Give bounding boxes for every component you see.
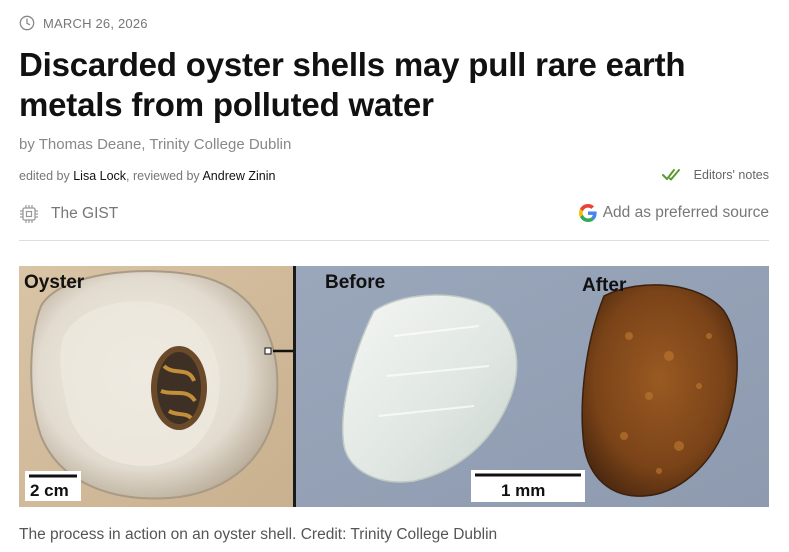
- panel-label-oyster: Oyster: [24, 272, 85, 293]
- gist-button[interactable]: The GIST: [19, 204, 118, 224]
- date-row: MARCH 26, 2026: [19, 15, 148, 31]
- article-date: MARCH 26, 2026: [43, 15, 148, 31]
- edited-prefix: edited by: [19, 169, 74, 183]
- scale-label-right: 1 mm: [501, 481, 545, 500]
- editor-name[interactable]: Lisa Lock: [73, 169, 126, 183]
- preferred-source-button[interactable]: Add as preferred source: [578, 204, 769, 222]
- editors-notes-label: Editors' notes: [693, 168, 769, 182]
- editorial-credits: edited by Lisa Lock, reviewed by Andrew …: [19, 169, 275, 183]
- reviewer-name[interactable]: Andrew Zinin: [202, 169, 275, 183]
- author-byline[interactable]: by Thomas Deane, Trinity College Dublin: [19, 136, 291, 153]
- preferred-source-label: Add as preferred source: [602, 204, 769, 221]
- figure-caption: The process in action on an oyster shell…: [19, 526, 498, 543]
- article-figure[interactable]: Oyster 2 cm Before After 1 mm: [19, 266, 769, 507]
- oyster-shell-photo: Oyster 2 cm Before After 1 mm: [19, 266, 769, 507]
- article-title: Discarded oyster shells may pull rare ea…: [19, 46, 686, 123]
- google-g-icon: [578, 204, 597, 222]
- reviewed-prefix: , reviewed by: [126, 169, 203, 183]
- double-check-icon: [661, 169, 680, 181]
- clock-icon: [19, 15, 35, 31]
- panel-label-before: Before: [325, 272, 385, 293]
- gist-label: The GIST: [51, 205, 119, 222]
- header-divider: [19, 240, 769, 241]
- editors-notes-link[interactable]: Editors' notes: [661, 168, 769, 182]
- scale-label-left: 2 cm: [30, 481, 69, 500]
- panel-label-after: After: [582, 275, 627, 296]
- chip-icon: [20, 205, 38, 223]
